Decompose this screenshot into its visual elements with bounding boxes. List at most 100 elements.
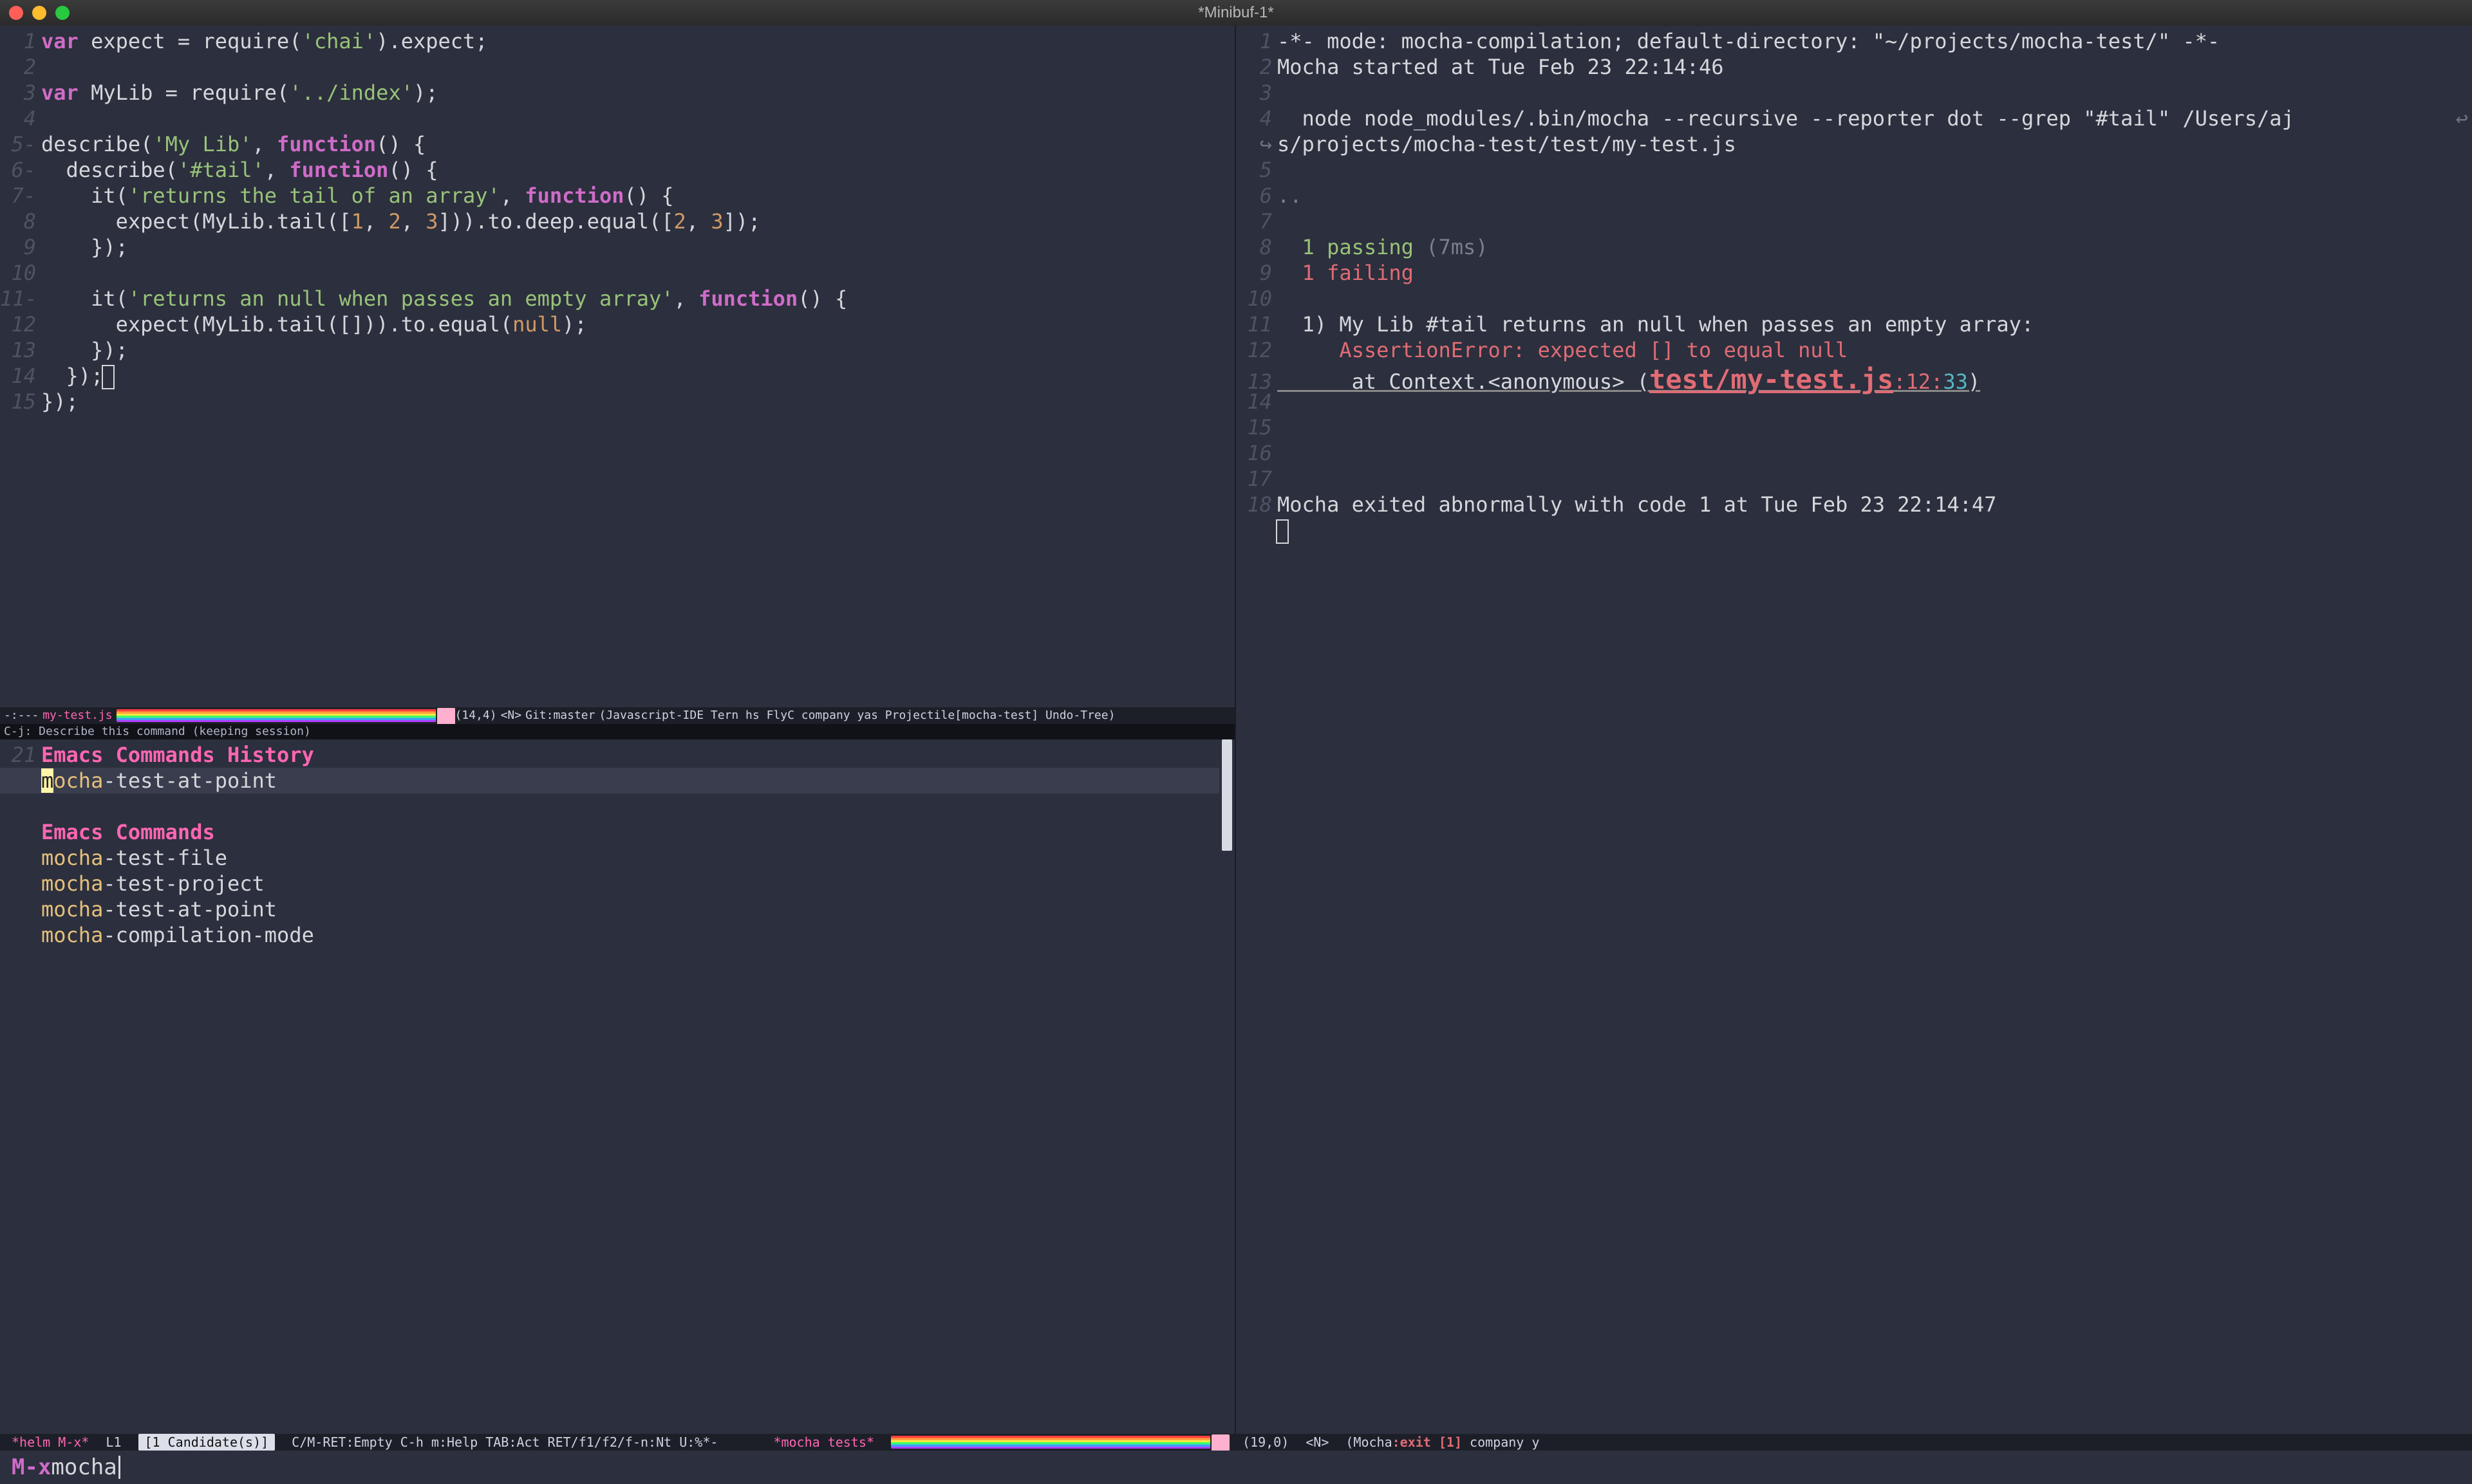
- output-line[interactable]: 2Mocha started at Tue Feb 23 22:14:46: [1236, 54, 2472, 80]
- output-text: Mocha started at Tue Feb 23 22:14:46: [1277, 54, 1724, 80]
- helm-section-header: Emacs Commands: [0, 819, 1235, 845]
- code-line[interactable]: 7- it('returns the tail of an array', fu…: [0, 183, 1235, 209]
- line-number: 11-: [0, 286, 41, 311]
- minibuffer[interactable]: M-x mocha: [0, 1451, 2472, 1484]
- line-number: 2: [0, 54, 41, 80]
- line-number: 1: [1236, 28, 1277, 54]
- output-line[interactable]: 7: [1236, 209, 2472, 234]
- modeline-code: -:--- my-test.js (14,4) <N> Git:master (…: [0, 707, 1235, 724]
- output-text: 1) My Lib #tail returns an null when pas…: [1277, 311, 2034, 337]
- output-line[interactable]: 8 1 passing (7ms): [1236, 234, 2472, 260]
- code-text: it('returns the tail of an array', funct…: [41, 183, 674, 209]
- cursor-icon: [103, 366, 113, 388]
- helm-candidate[interactable]: mocha-compilation-mode: [0, 922, 1235, 948]
- code-text: });: [41, 389, 79, 414]
- cursor-icon: [1277, 521, 1288, 543]
- modeline-n: <N>: [1306, 1434, 1329, 1451]
- code-line[interactable]: 3var MyLib = require('../index');: [0, 80, 1235, 106]
- code-line[interactable]: 4: [0, 106, 1235, 131]
- code-line[interactable]: 5-describe('My Lib', function() {: [0, 131, 1235, 157]
- code-line[interactable]: 12 expect(MyLib.tail([])).to.equal(null)…: [0, 311, 1235, 337]
- candidate-count-box: [1 Candidate(s)]: [138, 1434, 276, 1451]
- output-text: 1 failing: [1277, 260, 1414, 286]
- nyan-progress-icon: [117, 709, 451, 722]
- modeline-flags: -:---: [4, 707, 39, 724]
- code-line[interactable]: 10: [0, 260, 1235, 286]
- output-line[interactable]: 17: [1236, 466, 2472, 492]
- scrollbar-thumb[interactable]: [1222, 739, 1232, 851]
- output-line[interactable]: 15: [1236, 414, 2472, 440]
- code-pane[interactable]: 1var expect = require('chai').expect;23v…: [0, 26, 1236, 739]
- emacs-frame: 1var expect = require('chai').expect;23v…: [0, 26, 2472, 1484]
- code-text: it('returns an null when passes an empty…: [41, 286, 847, 311]
- code-line[interactable]: 11- it('returns an null when passes an e…: [0, 286, 1235, 311]
- line-number: 5: [1236, 157, 1277, 183]
- line-number: 8: [0, 209, 41, 234]
- helm-candidate-selected[interactable]: mocha-test-at-point: [0, 768, 1219, 793]
- output-line[interactable]: 4↩ node node_modules/.bin/mocha --recurs…: [1236, 106, 2472, 131]
- line-number: 10: [1236, 286, 1277, 311]
- line-number: 14: [1236, 389, 1277, 414]
- output-line[interactable]: 16: [1236, 440, 2472, 466]
- nyan-progress-icon: [891, 1436, 1226, 1449]
- output-line[interactable]: 10: [1236, 286, 2472, 311]
- modeline-n: <N>: [501, 707, 522, 724]
- output-line[interactable]: 3: [1236, 80, 2472, 106]
- modeline-bottom: *helm M-x* L1 [1 Candidate(s)] C/M-RET:E…: [0, 1434, 2472, 1451]
- line-number: 4: [0, 106, 41, 131]
- code-text: });: [41, 337, 128, 363]
- line-number: 4: [1236, 106, 1277, 131]
- code-line[interactable]: 2: [0, 54, 1235, 80]
- helm-pane[interactable]: 21Emacs Commands Historymocha-test-at-po…: [0, 739, 1236, 1434]
- minibuffer-input[interactable]: mocha: [51, 1454, 117, 1481]
- helm-candidate[interactable]: mocha-test-file: [0, 845, 1235, 871]
- output-line[interactable]: 9 1 failing: [1236, 260, 2472, 286]
- line-number: 13: [0, 337, 41, 363]
- code-text: describe('My Lib', function() {: [41, 131, 426, 157]
- output-line[interactable]: 18Mocha exited abnormally with code 1 at…: [1236, 492, 2472, 517]
- code-line[interactable]: 1var expect = require('chai').expect;: [0, 28, 1235, 54]
- output-line[interactable]: 13 at Context.<anonymous> (test/my-test.…: [1236, 363, 2472, 389]
- line-number: 1: [0, 28, 41, 54]
- output-text: AssertionError: expected [] to equal nul…: [1277, 337, 1848, 363]
- line-number: 12: [0, 311, 41, 337]
- modeline-output-modes: (Mocha:exit [1] company y: [1345, 1434, 1539, 1451]
- code-text: describe('#tail', function() {: [41, 157, 438, 183]
- code-text: });: [41, 363, 113, 389]
- helm-candidate[interactable]: mocha-test-at-point: [0, 896, 1235, 922]
- code-line[interactable]: 13 });: [0, 337, 1235, 363]
- code-text: expect(MyLib.tail([])).to.equal(null);: [41, 311, 587, 337]
- output-text: s/projects/mocha-test/test/my-test.js: [1277, 131, 1736, 157]
- line-number: 8: [1236, 234, 1277, 260]
- line-number: 15: [1236, 414, 1277, 440]
- line-number: 9: [0, 234, 41, 260]
- output-line[interactable]: ↪s/projects/mocha-test/test/my-test.js: [1236, 131, 2472, 157]
- output-text: Mocha exited abnormally with code 1 at T…: [1277, 492, 1996, 517]
- code-line[interactable]: 9 });: [0, 234, 1235, 260]
- code-line[interactable]: 15});: [0, 389, 1235, 414]
- code-line[interactable]: 8 expect(MyLib.tail([1, 2, 3])).to.deep.…: [0, 209, 1235, 234]
- code-line[interactable]: 6- describe('#tail', function() {: [0, 157, 1235, 183]
- helm-candidate[interactable]: mocha-test-project: [0, 871, 1235, 896]
- line-number: 7: [1236, 209, 1277, 234]
- line-number: 11: [1236, 311, 1277, 337]
- line-number: 18: [1236, 492, 1277, 517]
- output-line[interactable]: 11 1) My Lib #tail returns an null when …: [1236, 311, 2472, 337]
- output-line[interactable]: 14: [1236, 389, 2472, 414]
- output-line[interactable]: 1-*- mode: mocha-compilation; default-di…: [1236, 28, 2472, 54]
- output-line[interactable]: 5: [1236, 157, 2472, 183]
- modeline-hints: C/M-RET:Empty C-h m:Help TAB:Act RET/f1/…: [292, 1434, 718, 1451]
- code-line[interactable]: 14 });: [0, 363, 1235, 389]
- helm-tip-line: C-j: Describe this command (keeping sess…: [0, 724, 1235, 739]
- output-pane[interactable]: 1-*- mode: mocha-compilation; default-di…: [1236, 26, 2472, 1434]
- line-number: ↪: [1236, 131, 1277, 157]
- modeline-position: (14,4): [455, 707, 497, 724]
- candidate-total: 21: [0, 742, 41, 768]
- scrollbar[interactable]: [1219, 739, 1235, 1434]
- line-number: 2: [1236, 54, 1277, 80]
- helm-section-header: 21Emacs Commands History: [0, 742, 1235, 768]
- modeline-output-buffer: *mocha tests*: [773, 1434, 874, 1451]
- output-text: ..: [1277, 183, 1302, 209]
- output-line[interactable]: 6..: [1236, 183, 2472, 209]
- output-line[interactable]: 12 AssertionError: expected [] to equal …: [1236, 337, 2472, 363]
